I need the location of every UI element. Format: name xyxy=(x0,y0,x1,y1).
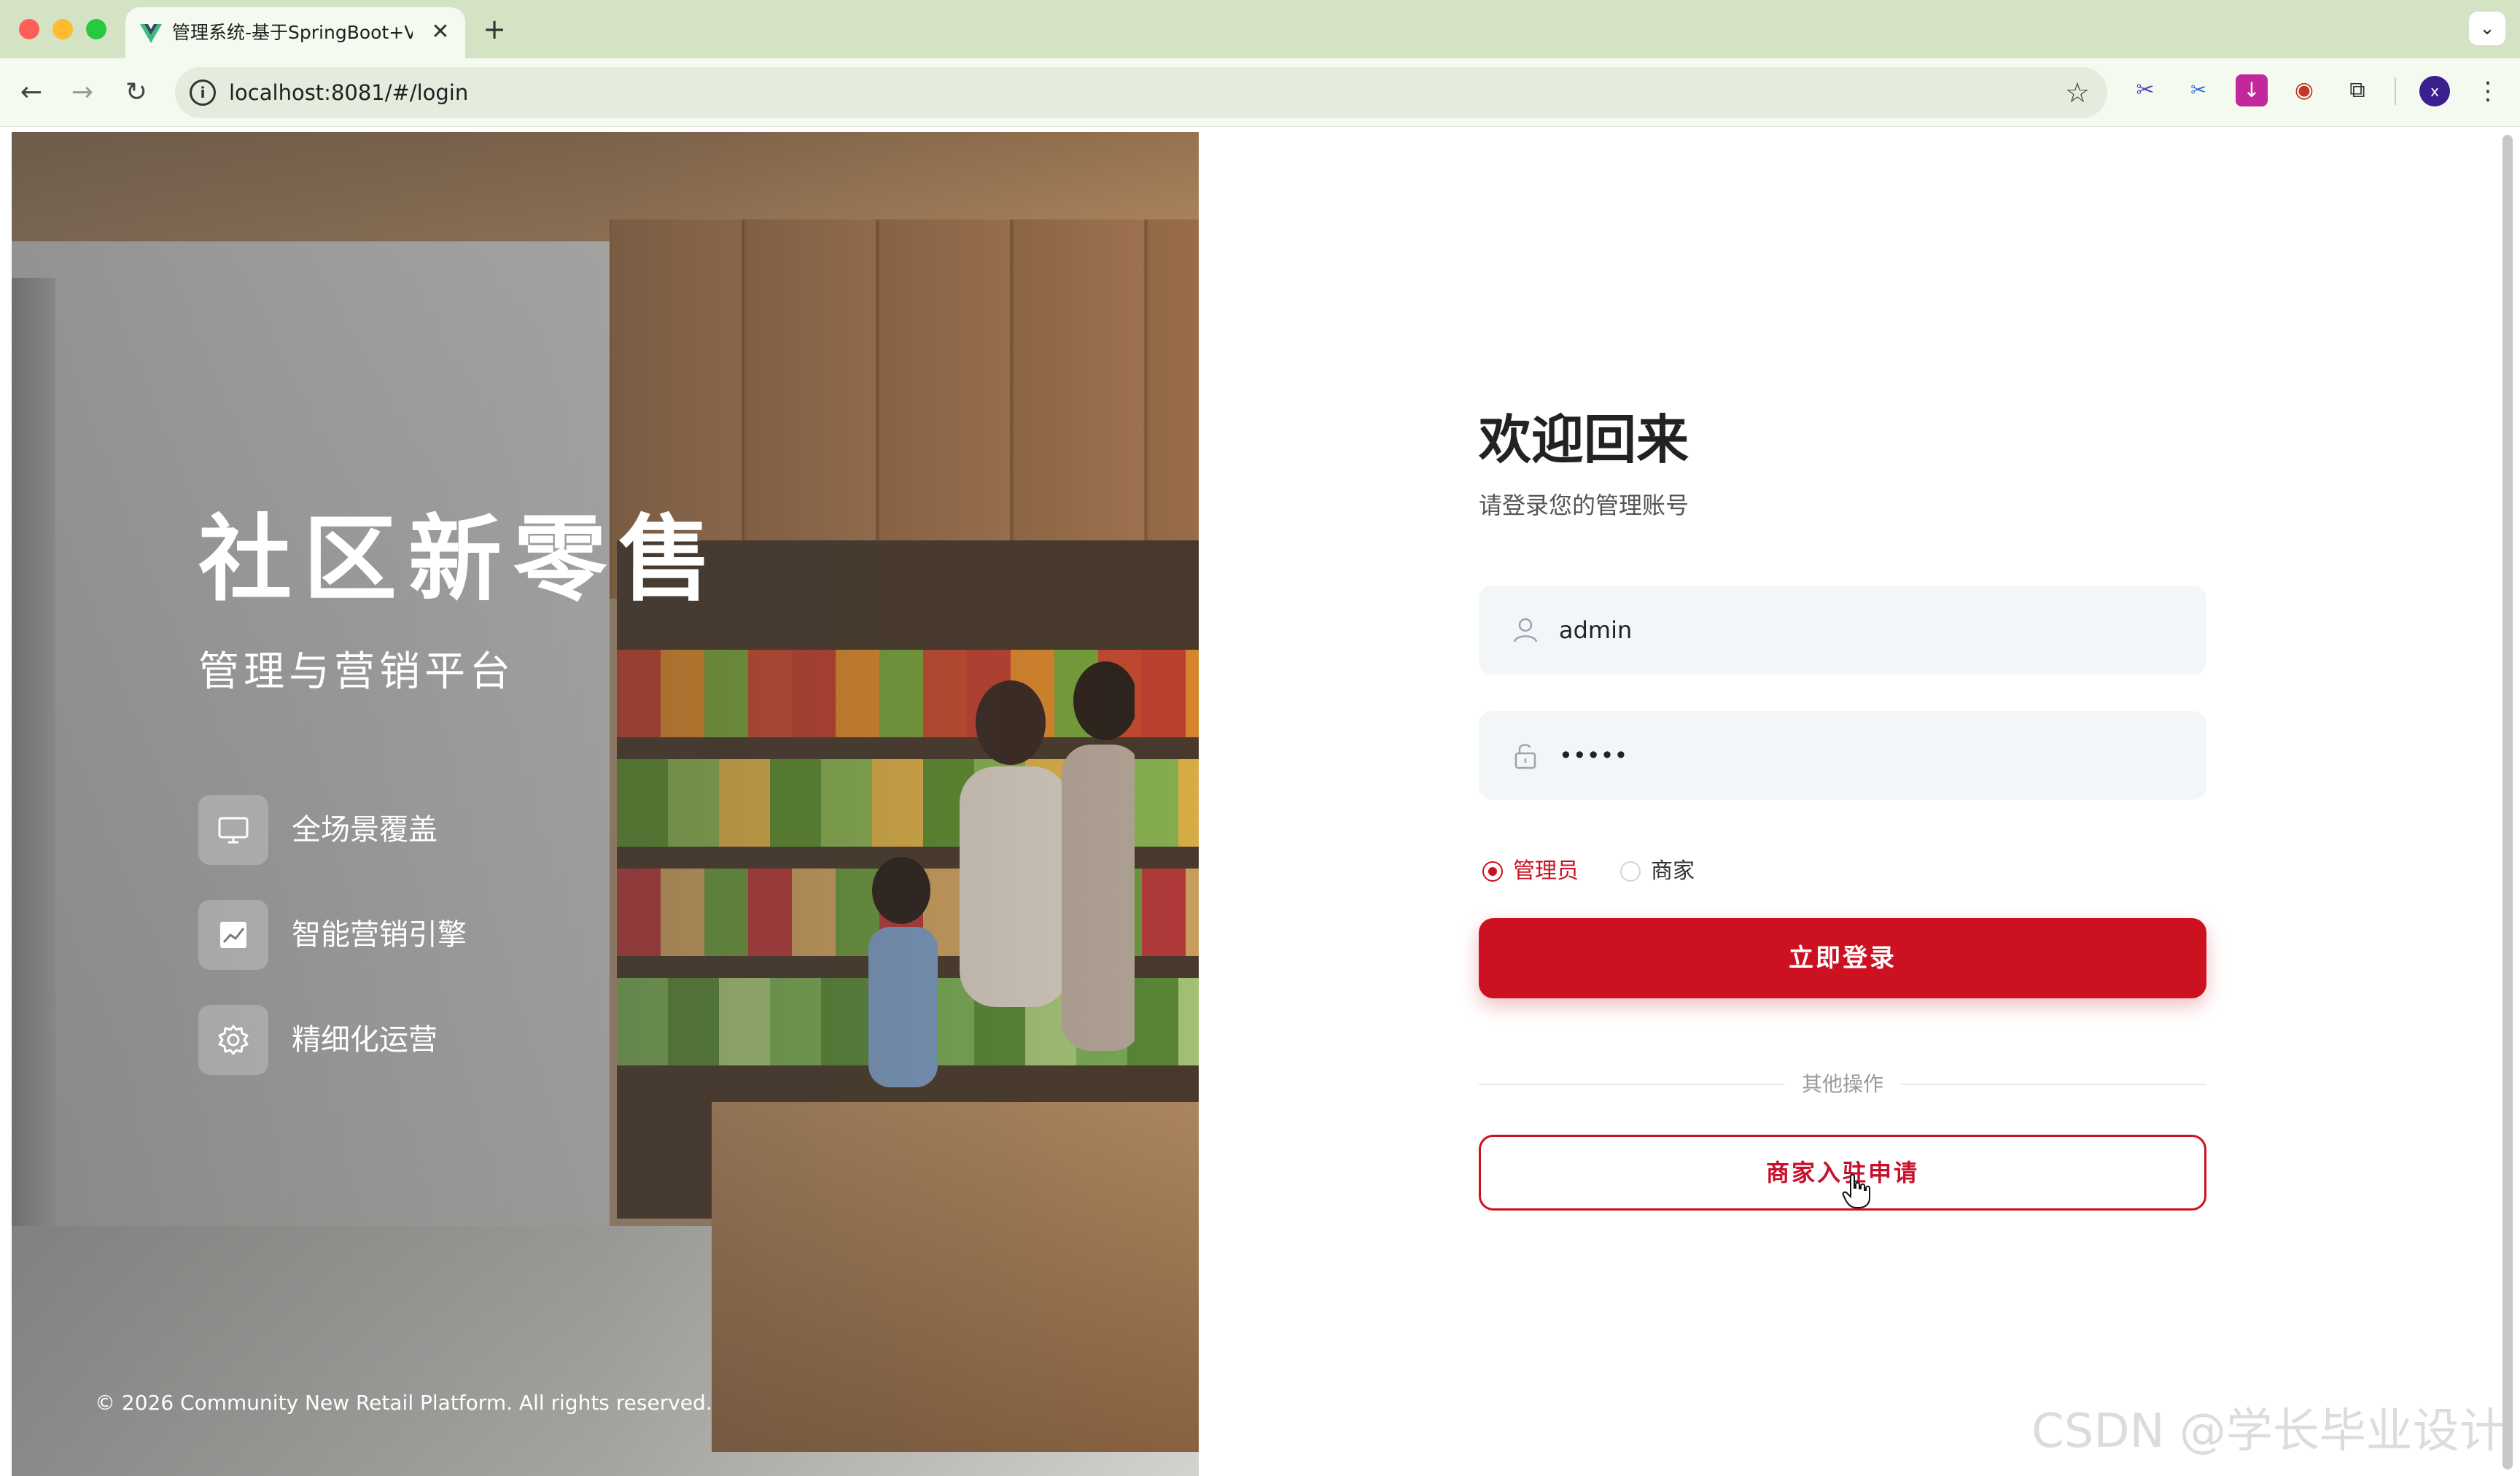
new-tab-button[interactable]: + xyxy=(478,13,510,45)
extension-scissors-icon[interactable]: ✂ xyxy=(2129,74,2161,106)
minimize-window-button[interactable] xyxy=(52,19,73,39)
divider-text: 其他操作 xyxy=(1801,1072,1883,1096)
trend-chart-icon xyxy=(198,900,268,970)
login-title: 欢迎回来 xyxy=(1479,409,1689,470)
extension-cut-icon[interactable]: ✂ xyxy=(2182,74,2214,106)
hero-subtitle: 管理与营销平台 xyxy=(198,648,515,696)
password-input[interactable]: ••••• xyxy=(1559,739,1628,772)
radio-unselected-icon[interactable] xyxy=(1620,861,1641,882)
profile-avatar[interactable]: x xyxy=(2419,76,2450,106)
tab-close-icon[interactable]: ✕ xyxy=(426,18,455,47)
page-viewport: 社区新零售 管理与营销平台 全场景覆盖 智能营销引擎 精细化运营 © 2026 … xyxy=(0,128,2520,1476)
maximize-window-button[interactable] xyxy=(86,19,106,39)
back-arrow-icon[interactable]: ← xyxy=(13,74,50,111)
monitor-icon xyxy=(198,795,268,865)
copyright-footer: © 2026 Community New Retail Platform. Al… xyxy=(95,1391,712,1415)
browser-menu-icon[interactable]: ⋮ xyxy=(2473,73,2502,109)
extensions-puzzle-icon[interactable]: ⧉ xyxy=(2341,74,2373,106)
radio-selected-icon[interactable] xyxy=(1482,861,1503,882)
hero-title: 社区新零售 xyxy=(198,505,724,614)
url-text[interactable]: localhost:8081/#/login xyxy=(229,80,468,105)
feature-label: 全场景覆盖 xyxy=(292,813,438,847)
username-field[interactable]: admin xyxy=(1479,586,2206,675)
browser-tab-active[interactable]: 管理系统-基于SpringBoot+Vu ✕ xyxy=(125,7,465,58)
extension-download-icon[interactable]: ↓ xyxy=(2236,74,2268,106)
login-subtitle: 请登录您的管理账号 xyxy=(1479,492,1689,519)
gear-icon xyxy=(198,1005,268,1075)
login-button[interactable]: 立即登录 xyxy=(1479,918,2206,998)
lock-icon xyxy=(1514,744,1536,769)
extension-capture-icon[interactable]: ◉ xyxy=(2288,74,2320,106)
hero-panel xyxy=(12,132,1199,1476)
bookmark-star-icon[interactable]: ☆ xyxy=(2065,76,2090,109)
address-bar[interactable]: i localhost:8081/#/login ☆ xyxy=(175,67,2107,118)
page-scrollbar[interactable] xyxy=(2502,135,2513,1469)
radio-label[interactable]: 管理员 xyxy=(1513,857,1579,886)
watermark-text: CSDN @学长毕业设计 xyxy=(2031,1405,2506,1458)
hand-cursor-icon xyxy=(1842,1173,1870,1208)
radio-label[interactable]: 商家 xyxy=(1651,857,1695,886)
site-info-icon[interactable]: i xyxy=(190,79,216,106)
divider-line-left xyxy=(1479,1084,1785,1085)
hero-overlay xyxy=(12,132,1199,1476)
forward-arrow-icon[interactable]: → xyxy=(64,74,101,111)
vue-logo-icon xyxy=(140,24,162,43)
tab-title: 管理系统-基于SpringBoot+Vu xyxy=(172,22,413,43)
tab-search-button[interactable]: ⌄ xyxy=(2469,12,2505,45)
username-input[interactable]: admin xyxy=(1559,613,1632,647)
reload-icon[interactable]: ↻ xyxy=(118,74,155,111)
browser-tab-strip: 管理系统-基于SpringBoot+Vu ✕ + ⌄ xyxy=(0,0,2520,58)
feature-label: 精细化运营 xyxy=(292,1023,438,1057)
feature-label: 智能营销引擎 xyxy=(292,918,467,952)
password-field[interactable]: ••••• xyxy=(1479,711,2206,800)
divider-line-right xyxy=(1900,1084,2206,1085)
user-icon xyxy=(1513,618,1538,642)
close-window-button[interactable] xyxy=(19,19,39,39)
toolbar-separator xyxy=(2395,77,2396,105)
